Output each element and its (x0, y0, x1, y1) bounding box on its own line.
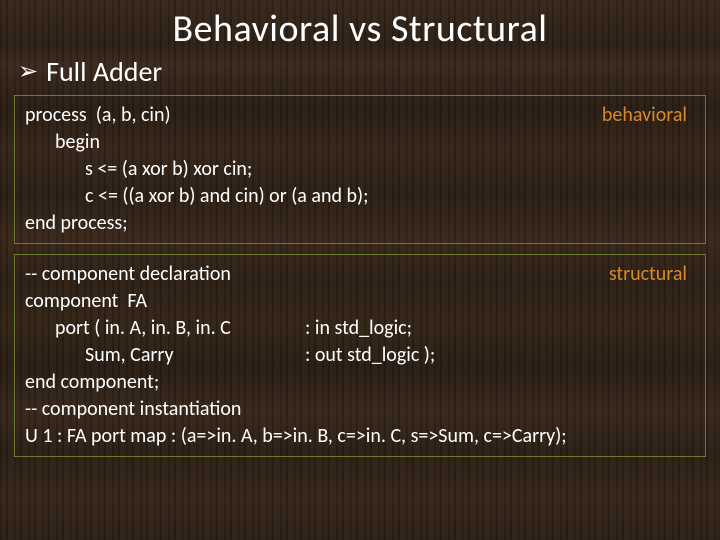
behavioral-badge: behavioral (602, 102, 687, 129)
behavioral-code-box: behavioral process (a, b, cin) begin s <… (14, 95, 706, 244)
subtitle-text: Full Adder (46, 54, 162, 89)
structural-badge: structural (609, 261, 687, 288)
bullet-arrow-icon: ➢ (18, 57, 38, 86)
code-line: U 1 : FA port map : (a=>in. A, b=>in. B,… (25, 423, 695, 450)
code-line: -- component instantiation (25, 396, 695, 423)
code-line: begin (25, 129, 695, 156)
structural-code-box: structural -- component declaration comp… (14, 254, 706, 457)
slide-title: Behavioral vs Structural (0, 0, 720, 52)
code-line: component FA (25, 288, 695, 315)
code-line: end process; (25, 210, 695, 237)
code-line: s <= (a xor b) xor cin; (25, 156, 695, 183)
code-line: port ( in. A, in. B, in. C : in std_logi… (25, 315, 695, 342)
code-line: Sum, Carry : out std_logic ); (25, 342, 695, 369)
port-right: : in std_logic; (305, 315, 412, 342)
port-left: port ( in. A, in. B, in. C (55, 315, 305, 342)
code-line: end component; (25, 369, 695, 396)
port-right: : out std_logic ); (305, 342, 435, 369)
code-line: c <= ((a xor b) and cin) or (a and b); (25, 183, 695, 210)
code-line: process (a, b, cin) (25, 102, 695, 129)
subtitle-row: ➢ Full Adder (0, 54, 720, 89)
port-left: Sum, Carry (85, 342, 305, 369)
code-line: -- component declaration (25, 261, 695, 288)
